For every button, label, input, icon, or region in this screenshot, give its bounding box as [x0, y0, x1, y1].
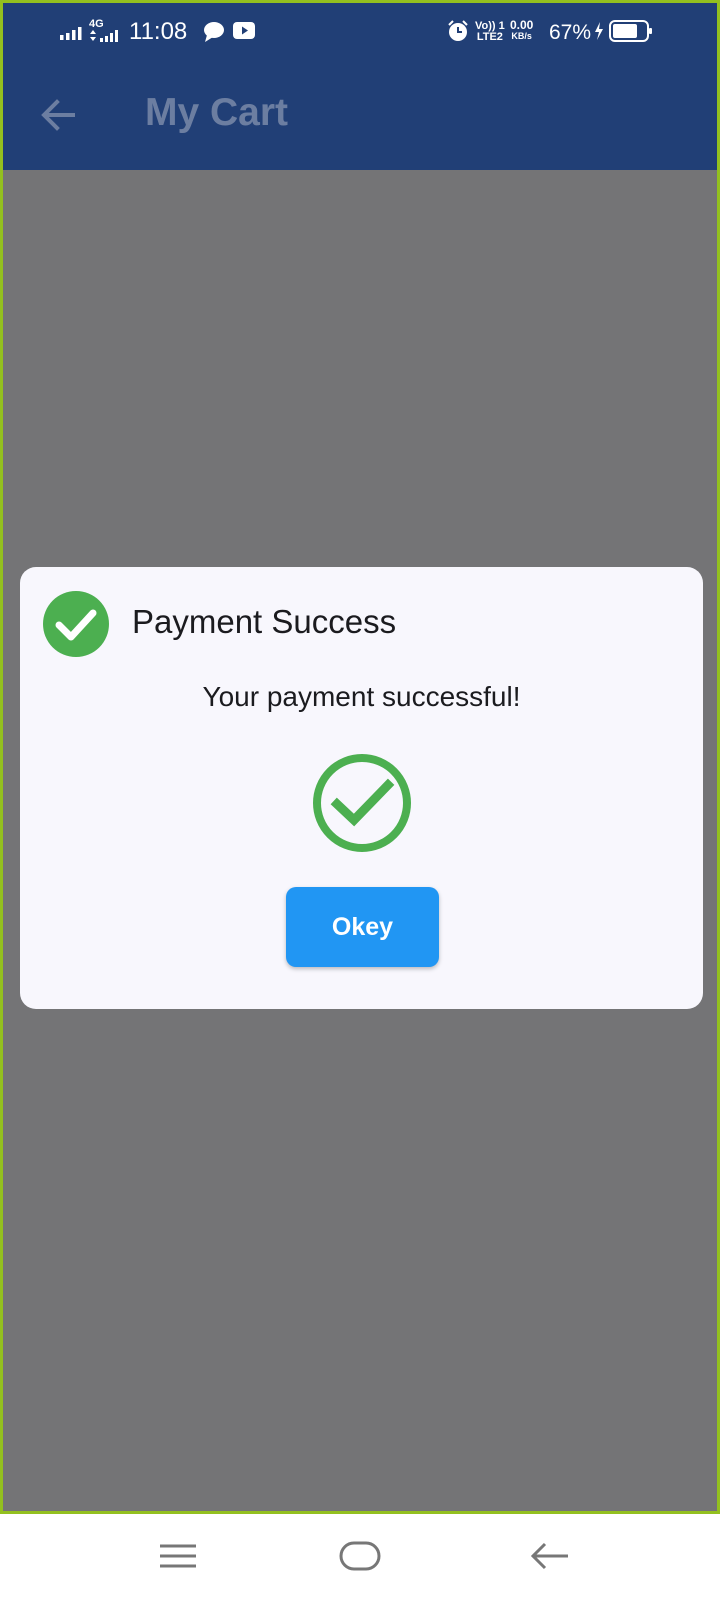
- net-speed-value: 0.00: [510, 18, 534, 32]
- signal-icon: [60, 27, 82, 40]
- app-frame: 4G 11:08 Vo)) 1 LTE2 0.00 KB/s 67% My Ca…: [0, 0, 720, 1514]
- network-type-label: 4G: [89, 18, 104, 30]
- charging-icon: [595, 22, 603, 40]
- success-check-ring-icon: [313, 754, 411, 852]
- volte-line-2: LTE2: [476, 31, 503, 43]
- payment-success-dialog: Payment Success Your payment successful!…: [20, 567, 703, 1009]
- message-icon: [204, 22, 224, 42]
- back-icon[interactable]: [528, 1536, 572, 1576]
- signal-4g-icon: [90, 30, 118, 42]
- youtube-icon: [233, 22, 255, 39]
- status-bar: 4G 11:08 Vo)) 1 LTE2 0.00 KB/s 67%: [3, 3, 717, 63]
- menu-icon[interactable]: [156, 1536, 200, 1576]
- back-arrow-icon[interactable]: [39, 95, 79, 135]
- page-title: My Cart: [145, 91, 289, 134]
- dialog-message: Your payment successful!: [202, 681, 521, 712]
- net-speed: 0.00 KB/s: [510, 18, 534, 42]
- system-nav-bar: [0, 1514, 720, 1600]
- check-circle-icon: [43, 591, 109, 657]
- dialog-title: Payment Success: [132, 603, 397, 640]
- alarm-icon: [448, 20, 468, 41]
- net-speed-unit: KB/s: [511, 31, 532, 41]
- screen: 4G 11:08 Vo)) 1 LTE2 0.00 KB/s 67% My Ca…: [0, 0, 720, 1600]
- home-icon[interactable]: [338, 1536, 382, 1576]
- battery-percent: 67%: [549, 21, 592, 44]
- app-bar: My Cart: [3, 63, 717, 170]
- battery-icon: [609, 20, 652, 42]
- volte-icon: Vo)) 1 LTE2: [475, 21, 505, 43]
- status-time: 11:08: [129, 18, 188, 45]
- okey-button[interactable]: Okey: [286, 887, 439, 967]
